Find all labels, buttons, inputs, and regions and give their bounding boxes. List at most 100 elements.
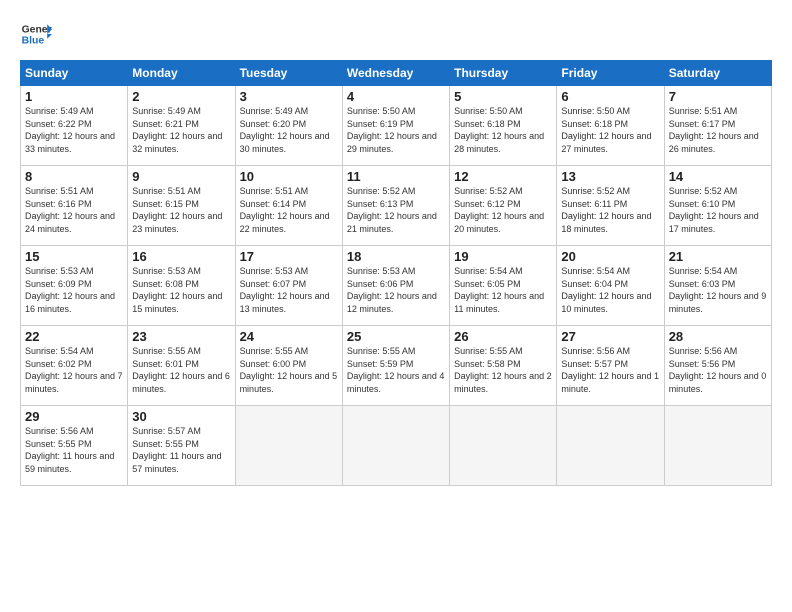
- day-info: Sunrise: 5:51 AM Sunset: 6:16 PM Dayligh…: [25, 185, 123, 235]
- calendar-cell: 26Sunrise: 5:55 AM Sunset: 5:58 PM Dayli…: [450, 326, 557, 406]
- day-info: Sunrise: 5:56 AM Sunset: 5:55 PM Dayligh…: [25, 425, 123, 475]
- calendar-cell: 11Sunrise: 5:52 AM Sunset: 6:13 PM Dayli…: [342, 166, 449, 246]
- day-info: Sunrise: 5:51 AM Sunset: 6:15 PM Dayligh…: [132, 185, 230, 235]
- calendar-cell: 25Sunrise: 5:55 AM Sunset: 5:59 PM Dayli…: [342, 326, 449, 406]
- calendar-cell: 22Sunrise: 5:54 AM Sunset: 6:02 PM Dayli…: [21, 326, 128, 406]
- week-row-2: 8Sunrise: 5:51 AM Sunset: 6:16 PM Daylig…: [21, 166, 772, 246]
- calendar-cell: 24Sunrise: 5:55 AM Sunset: 6:00 PM Dayli…: [235, 326, 342, 406]
- calendar-cell: 5Sunrise: 5:50 AM Sunset: 6:18 PM Daylig…: [450, 86, 557, 166]
- day-number: 24: [240, 329, 338, 344]
- calendar-cell: 10Sunrise: 5:51 AM Sunset: 6:14 PM Dayli…: [235, 166, 342, 246]
- calendar-cell: [342, 406, 449, 486]
- calendar-cell: 4Sunrise: 5:50 AM Sunset: 6:19 PM Daylig…: [342, 86, 449, 166]
- day-number: 10: [240, 169, 338, 184]
- day-number: 9: [132, 169, 230, 184]
- day-number: 15: [25, 249, 123, 264]
- day-info: Sunrise: 5:50 AM Sunset: 6:18 PM Dayligh…: [561, 105, 659, 155]
- day-number: 2: [132, 89, 230, 104]
- calendar-cell: 3Sunrise: 5:49 AM Sunset: 6:20 PM Daylig…: [235, 86, 342, 166]
- calendar-cell: [450, 406, 557, 486]
- calendar-cell: 19Sunrise: 5:54 AM Sunset: 6:05 PM Dayli…: [450, 246, 557, 326]
- day-info: Sunrise: 5:55 AM Sunset: 5:58 PM Dayligh…: [454, 345, 552, 395]
- day-info: Sunrise: 5:52 AM Sunset: 6:11 PM Dayligh…: [561, 185, 659, 235]
- week-row-4: 22Sunrise: 5:54 AM Sunset: 6:02 PM Dayli…: [21, 326, 772, 406]
- week-row-5: 29Sunrise: 5:56 AM Sunset: 5:55 PM Dayli…: [21, 406, 772, 486]
- day-number: 12: [454, 169, 552, 184]
- calendar-cell: [235, 406, 342, 486]
- day-number: 14: [669, 169, 767, 184]
- day-info: Sunrise: 5:51 AM Sunset: 6:14 PM Dayligh…: [240, 185, 338, 235]
- calendar-cell: [557, 406, 664, 486]
- day-number: 18: [347, 249, 445, 264]
- day-info: Sunrise: 5:54 AM Sunset: 6:03 PM Dayligh…: [669, 265, 767, 315]
- calendar-cell: [664, 406, 771, 486]
- calendar-cell: 14Sunrise: 5:52 AM Sunset: 6:10 PM Dayli…: [664, 166, 771, 246]
- day-info: Sunrise: 5:55 AM Sunset: 6:00 PM Dayligh…: [240, 345, 338, 395]
- weekday-header-wednesday: Wednesday: [342, 61, 449, 86]
- page-header: General Blue: [20, 18, 772, 50]
- day-number: 13: [561, 169, 659, 184]
- day-info: Sunrise: 5:52 AM Sunset: 6:10 PM Dayligh…: [669, 185, 767, 235]
- day-number: 5: [454, 89, 552, 104]
- logo: General Blue: [20, 18, 52, 50]
- calendar-cell: 30Sunrise: 5:57 AM Sunset: 5:55 PM Dayli…: [128, 406, 235, 486]
- day-info: Sunrise: 5:53 AM Sunset: 6:08 PM Dayligh…: [132, 265, 230, 315]
- day-number: 22: [25, 329, 123, 344]
- day-number: 6: [561, 89, 659, 104]
- day-number: 20: [561, 249, 659, 264]
- day-info: Sunrise: 5:53 AM Sunset: 6:06 PM Dayligh…: [347, 265, 445, 315]
- day-number: 23: [132, 329, 230, 344]
- day-number: 19: [454, 249, 552, 264]
- weekday-header-monday: Monday: [128, 61, 235, 86]
- day-number: 7: [669, 89, 767, 104]
- calendar-cell: 27Sunrise: 5:56 AM Sunset: 5:57 PM Dayli…: [557, 326, 664, 406]
- calendar-cell: 17Sunrise: 5:53 AM Sunset: 6:07 PM Dayli…: [235, 246, 342, 326]
- week-row-1: 1Sunrise: 5:49 AM Sunset: 6:22 PM Daylig…: [21, 86, 772, 166]
- week-row-3: 15Sunrise: 5:53 AM Sunset: 6:09 PM Dayli…: [21, 246, 772, 326]
- calendar-cell: 28Sunrise: 5:56 AM Sunset: 5:56 PM Dayli…: [664, 326, 771, 406]
- day-info: Sunrise: 5:53 AM Sunset: 6:07 PM Dayligh…: [240, 265, 338, 315]
- weekday-header-tuesday: Tuesday: [235, 61, 342, 86]
- day-info: Sunrise: 5:51 AM Sunset: 6:17 PM Dayligh…: [669, 105, 767, 155]
- day-info: Sunrise: 5:56 AM Sunset: 5:57 PM Dayligh…: [561, 345, 659, 395]
- day-number: 8: [25, 169, 123, 184]
- calendar-cell: 13Sunrise: 5:52 AM Sunset: 6:11 PM Dayli…: [557, 166, 664, 246]
- calendar-cell: 6Sunrise: 5:50 AM Sunset: 6:18 PM Daylig…: [557, 86, 664, 166]
- day-info: Sunrise: 5:54 AM Sunset: 6:02 PM Dayligh…: [25, 345, 123, 395]
- day-info: Sunrise: 5:55 AM Sunset: 6:01 PM Dayligh…: [132, 345, 230, 395]
- weekday-header-thursday: Thursday: [450, 61, 557, 86]
- calendar-cell: 29Sunrise: 5:56 AM Sunset: 5:55 PM Dayli…: [21, 406, 128, 486]
- calendar-cell: 9Sunrise: 5:51 AM Sunset: 6:15 PM Daylig…: [128, 166, 235, 246]
- svg-text:Blue: Blue: [22, 36, 45, 47]
- day-info: Sunrise: 5:54 AM Sunset: 6:05 PM Dayligh…: [454, 265, 552, 315]
- weekday-header-sunday: Sunday: [21, 61, 128, 86]
- day-info: Sunrise: 5:52 AM Sunset: 6:13 PM Dayligh…: [347, 185, 445, 235]
- calendar-cell: 15Sunrise: 5:53 AM Sunset: 6:09 PM Dayli…: [21, 246, 128, 326]
- day-number: 29: [25, 409, 123, 424]
- day-info: Sunrise: 5:49 AM Sunset: 6:22 PM Dayligh…: [25, 105, 123, 155]
- day-info: Sunrise: 5:49 AM Sunset: 6:20 PM Dayligh…: [240, 105, 338, 155]
- weekday-header-saturday: Saturday: [664, 61, 771, 86]
- logo-icon: General Blue: [20, 18, 52, 50]
- day-info: Sunrise: 5:50 AM Sunset: 6:18 PM Dayligh…: [454, 105, 552, 155]
- day-number: 21: [669, 249, 767, 264]
- calendar-cell: 18Sunrise: 5:53 AM Sunset: 6:06 PM Dayli…: [342, 246, 449, 326]
- calendar-cell: 20Sunrise: 5:54 AM Sunset: 6:04 PM Dayli…: [557, 246, 664, 326]
- day-number: 1: [25, 89, 123, 104]
- calendar-cell: 21Sunrise: 5:54 AM Sunset: 6:03 PM Dayli…: [664, 246, 771, 326]
- calendar-cell: 23Sunrise: 5:55 AM Sunset: 6:01 PM Dayli…: [128, 326, 235, 406]
- day-number: 17: [240, 249, 338, 264]
- calendar-cell: 1Sunrise: 5:49 AM Sunset: 6:22 PM Daylig…: [21, 86, 128, 166]
- day-number: 25: [347, 329, 445, 344]
- calendar-cell: 16Sunrise: 5:53 AM Sunset: 6:08 PM Dayli…: [128, 246, 235, 326]
- day-number: 11: [347, 169, 445, 184]
- day-info: Sunrise: 5:57 AM Sunset: 5:55 PM Dayligh…: [132, 425, 230, 475]
- calendar-cell: 12Sunrise: 5:52 AM Sunset: 6:12 PM Dayli…: [450, 166, 557, 246]
- day-info: Sunrise: 5:54 AM Sunset: 6:04 PM Dayligh…: [561, 265, 659, 315]
- calendar-cell: 2Sunrise: 5:49 AM Sunset: 6:21 PM Daylig…: [128, 86, 235, 166]
- day-number: 30: [132, 409, 230, 424]
- day-number: 27: [561, 329, 659, 344]
- calendar-cell: 7Sunrise: 5:51 AM Sunset: 6:17 PM Daylig…: [664, 86, 771, 166]
- day-number: 4: [347, 89, 445, 104]
- day-info: Sunrise: 5:56 AM Sunset: 5:56 PM Dayligh…: [669, 345, 767, 395]
